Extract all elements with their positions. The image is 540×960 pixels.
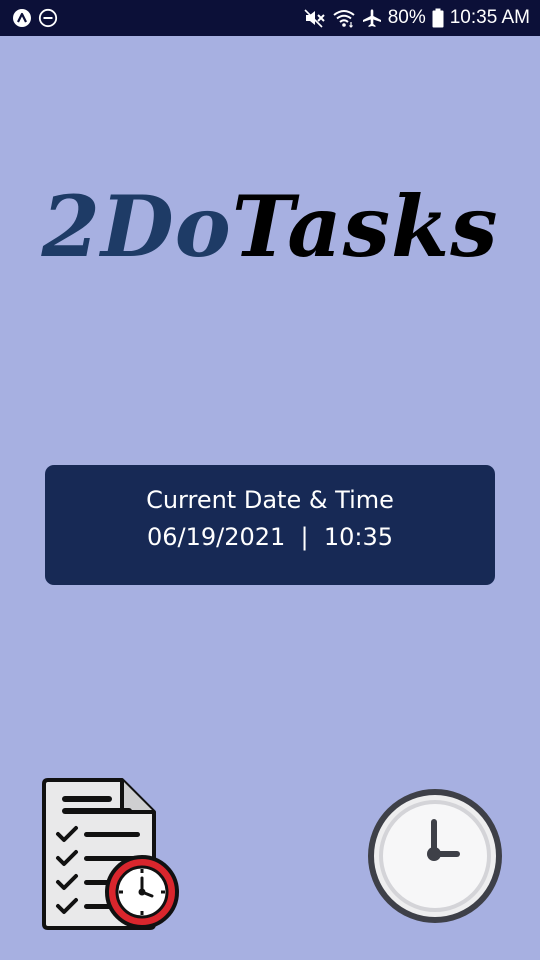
mute-icon [304, 8, 326, 28]
tasks-list-icon[interactable] [40, 776, 185, 936]
airplane-mode-icon [362, 8, 382, 28]
do-not-disturb-icon [38, 8, 58, 28]
clock-icon[interactable] [365, 786, 505, 926]
expo-icon [12, 8, 32, 28]
battery-percent: 80% [387, 7, 426, 28]
battery-icon [432, 8, 444, 28]
datetime-label: Current Date & Time [146, 486, 394, 514]
logo-part-b: Tasks [231, 177, 499, 276]
datetime-value: 06/19/2021 | 10:35 [146, 523, 394, 551]
status-left [12, 8, 58, 28]
app-logo: 2DoTasks [0, 172, 540, 282]
status-time: 10:35 AM [449, 7, 530, 28]
logo-part-a: 2Do [41, 177, 232, 276]
datetime-card: Current Date & Time 06/19/2021 | 10:35 [45, 465, 495, 585]
wifi-icon [332, 8, 356, 28]
status-right: 80% 10:35 AM [304, 7, 530, 29]
status-bar: 80% 10:35 AM [0, 0, 540, 36]
